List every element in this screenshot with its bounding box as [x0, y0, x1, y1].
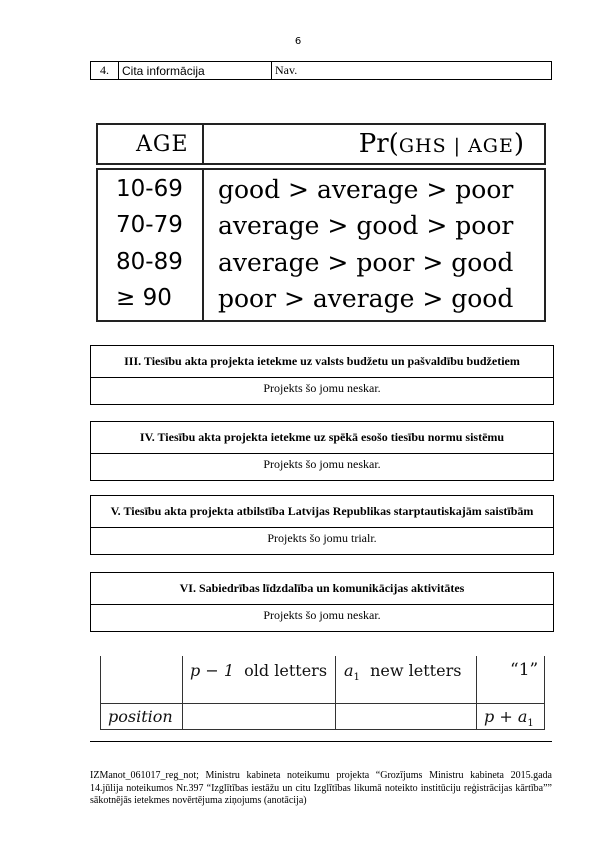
age-range: 80-89: [116, 249, 183, 275]
section-public-participation: VI. Sabiedrības līdzdalība un komunikāci…: [90, 572, 554, 632]
age-row: 80-89 average > poor > good: [98, 247, 544, 283]
section-content: Projekts šo jomu neskar.: [263, 381, 381, 395]
health-order: average > good > poor: [218, 211, 514, 240]
row-value: Nav.: [271, 61, 552, 80]
health-order: poor > average > good: [218, 284, 514, 313]
section-title: VI. Sabiedrības līdzdalība un komunikāci…: [91, 573, 553, 605]
footer-text: IZManot_061017_reg_not; Ministru kabinet…: [90, 770, 552, 806]
age-probability-figure: AGE Pr(GHS | AGE) 10-69 good > average >…: [96, 123, 546, 322]
age-row: 10-69 good > average > poor: [98, 174, 544, 210]
table-row: 4. Cita informācija Nav.: [90, 61, 552, 80]
health-order: good > average > poor: [218, 175, 514, 204]
section-budget: III. Tiesību akta projekta ietekme uz va…: [90, 345, 554, 405]
age-range: 70-79: [116, 212, 183, 238]
age-figure-body: 10-69 good > average > poor 70-79 averag…: [96, 168, 546, 322]
section-content: Projekts šo jomu trialr.: [267, 531, 377, 545]
col-one: “1”: [510, 660, 539, 680]
section-title: IV. Tiesību akta projekta ietekme uz spē…: [91, 422, 553, 454]
health-order: average > poor > good: [218, 248, 514, 277]
age-figure-header: AGE Pr(GHS | AGE): [96, 123, 546, 165]
age-row: ≥ 90 poor > average > good: [98, 283, 544, 319]
col-new-letters: a1 new letters: [344, 661, 462, 684]
footer-rule: [90, 741, 552, 742]
age-row: 70-79 average > good > poor: [98, 210, 544, 246]
info-table: 4. Cita informācija Nav.: [90, 61, 552, 80]
header-age: AGE: [136, 132, 189, 157]
age-range: ≥ 90: [116, 285, 172, 311]
row-position: position: [108, 707, 173, 726]
col-old-letters: p − 1 old letters: [190, 661, 328, 680]
section-title: V. Tiesību akta projekta atbilstība Latv…: [91, 496, 553, 528]
section-content: Projekts šo jomu neskar.: [263, 608, 381, 622]
row-label: Cita informācija: [118, 61, 272, 80]
header-probability: Pr(GHS | AGE): [358, 129, 524, 159]
age-range: 10-69: [116, 176, 183, 202]
row-number: 4.: [90, 61, 119, 80]
cell-p-plus-a1: p + a1: [484, 707, 534, 730]
section-international: V. Tiesību akta projekta atbilstība Latv…: [90, 495, 554, 555]
section-legal-norms: IV. Tiesību akta projekta ietekme uz spē…: [90, 421, 554, 481]
header-divider: [202, 125, 204, 163]
section-content: Projekts šo jomu neskar.: [263, 457, 381, 471]
letters-figure: p − 1 old letters a1 new letters “1” pos…: [98, 656, 546, 734]
page-number: 6: [294, 36, 302, 47]
section-title: III. Tiesību akta projekta ietekme uz va…: [91, 346, 553, 378]
